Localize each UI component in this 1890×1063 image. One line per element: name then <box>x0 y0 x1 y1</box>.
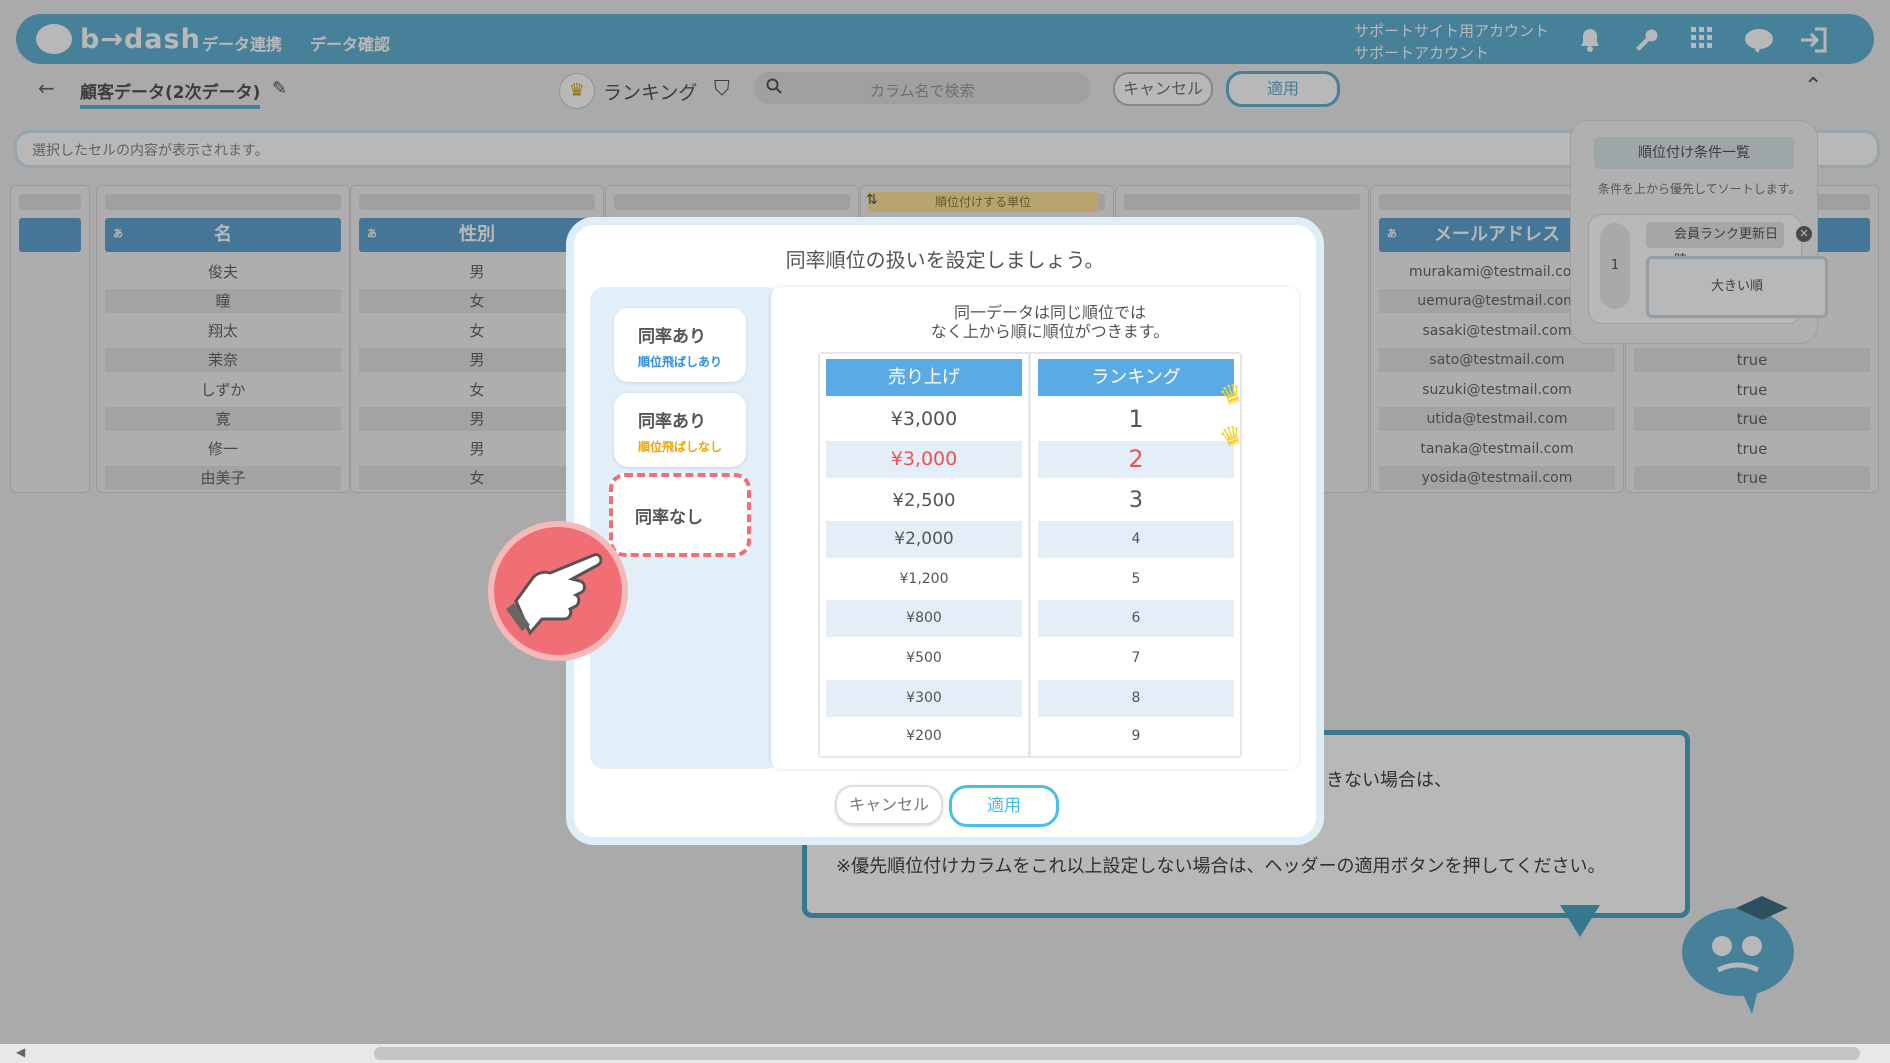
option-tie-with-skip[interactable]: 同率あり 順位飛ばしあり <box>614 308 746 382</box>
sales-cell: ¥200 <box>906 728 942 744</box>
option-no-tie[interactable]: 同率なし <box>609 473 751 557</box>
horizontal-scrollbar-thumb[interactable] <box>374 1047 1860 1060</box>
rank-cell: 1 <box>1128 405 1144 433</box>
modal-title: 同率順位の扱いを設定しましょう。 <box>785 248 1105 272</box>
sales-cell: ¥300 <box>826 680 1022 717</box>
header-ranking: ランキング <box>1038 359 1234 396</box>
sales-cell: ¥2,000 <box>826 521 1022 558</box>
option-description: 同一データは同じ順位では なく上から順に順位がつきます。 <box>930 303 1170 341</box>
modal-cancel-button[interactable]: キャンセル <box>835 785 943 825</box>
sales-cell: ¥1,200 <box>899 571 949 587</box>
rank-cell: 8 <box>1038 680 1234 717</box>
rank-cell: 5 <box>1131 571 1141 587</box>
header-sales: 売り上げ <box>826 359 1022 396</box>
sales-cell: ¥3,000 <box>826 441 1022 478</box>
modal-apply-button[interactable]: 適用 <box>949 785 1059 827</box>
sales-cell: ¥500 <box>906 650 942 666</box>
rank-cell: 9 <box>1131 728 1141 744</box>
pointer-hand-icon <box>488 521 628 661</box>
sales-cell: ¥800 <box>826 600 1022 637</box>
sales-cell: ¥2,500 <box>892 490 956 511</box>
rank-cell: 3 <box>1129 488 1143 513</box>
rank-cell: 4 <box>1038 521 1234 558</box>
rank-cell: 6 <box>1038 600 1234 637</box>
scroll-left-arrow-icon[interactable]: ◀ <box>16 1045 25 1059</box>
rank-cell: 2 <box>1038 441 1234 478</box>
rank-cell: 7 <box>1131 650 1141 666</box>
option-tie-without-skip[interactable]: 同率あり 順位飛ばしなし <box>614 393 746 467</box>
sales-cell: ¥3,000 <box>890 408 958 430</box>
preview-table-divider <box>1028 352 1031 758</box>
